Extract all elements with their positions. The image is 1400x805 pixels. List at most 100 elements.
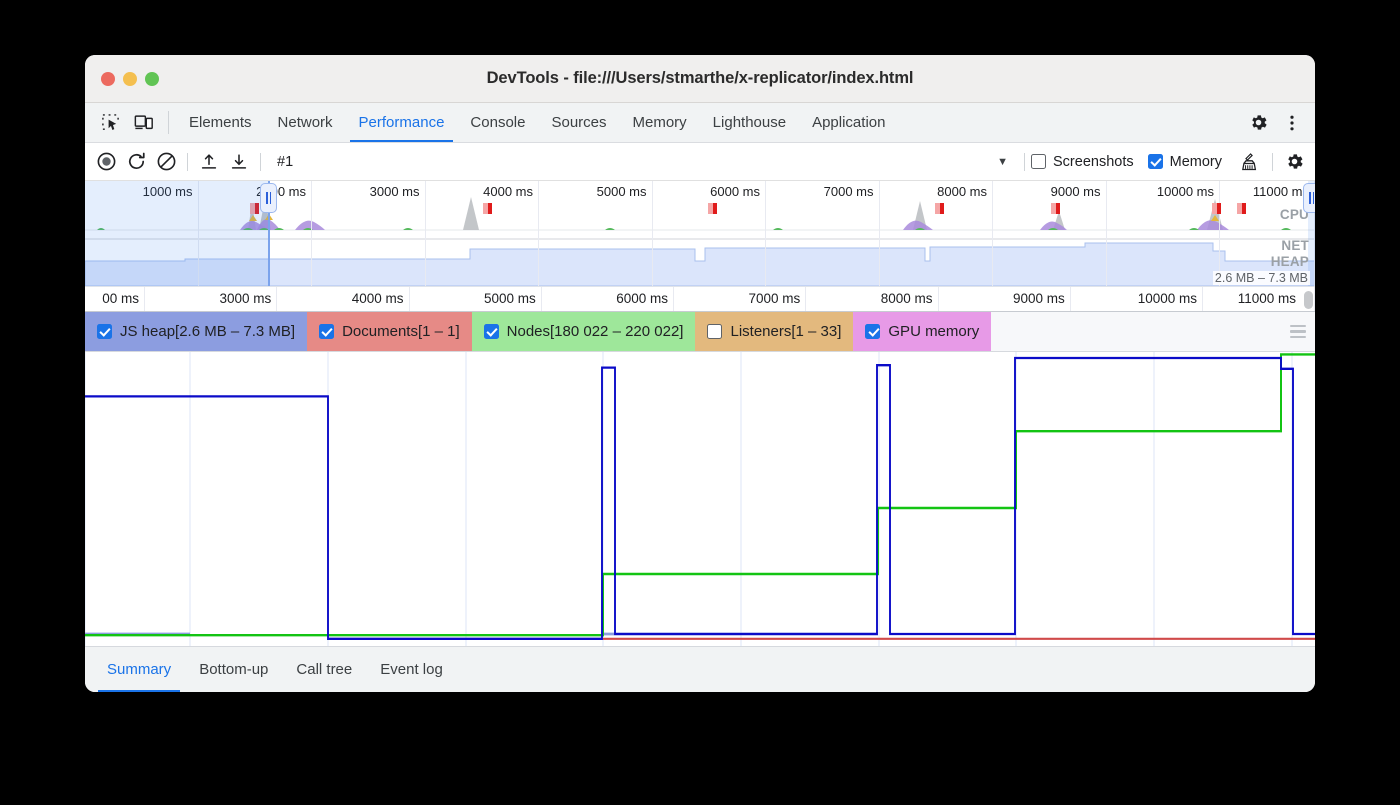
tab-bottom-up[interactable]: Bottom-up [185, 647, 282, 692]
ruler-tick-label: 00 ms [102, 291, 139, 306]
toolbar-right-actions [1266, 148, 1309, 176]
detail-timeline-ruler: 00 ms 3000 ms 4000 ms 5000 ms 6000 ms 70… [85, 286, 1315, 312]
ruler-cell: 4000 ms [277, 287, 409, 311]
tab-label: Event log [380, 661, 443, 678]
tab-call-tree[interactable]: Call tree [282, 647, 366, 692]
reload-record-icon[interactable] [121, 148, 151, 176]
memory-counters-legend: JS heap[2.6 MB – 7.3 MB] Documents[1 – 1… [85, 312, 1315, 352]
memory-checkbox[interactable]: Memory [1148, 154, 1222, 170]
tab-label: Performance [359, 114, 445, 131]
tab-label: Sources [551, 114, 606, 131]
ruler-cell: 7000 ms [674, 287, 806, 311]
tab-label: Console [470, 114, 525, 131]
collect-garbage-icon[interactable] [1236, 148, 1266, 176]
detail-view-tab-bar: Summary Bottom-up Call tree Event log [85, 646, 1315, 692]
gear-icon[interactable] [1279, 148, 1309, 176]
selection-start-handle[interactable] [260, 183, 277, 213]
ruler-tick-label: 8000 ms [881, 291, 933, 306]
memory-chart-svg [85, 352, 1315, 646]
checkbox-box [97, 324, 112, 339]
legend-chip-listeners[interactable]: Listeners[1 – 33] [695, 312, 853, 351]
ruler-tick-label: 6000 ms [616, 291, 668, 306]
ruler-cell: 11000 ms [1203, 287, 1315, 311]
ruler-cell: 3000 ms [145, 287, 277, 311]
tabstrip-actions [1226, 103, 1315, 142]
tab-label: Network [278, 114, 333, 131]
toolbar-divider-2 [260, 153, 261, 171]
ruler-tick-label: 9000 ms [1013, 291, 1065, 306]
series-js-heap [85, 358, 1315, 639]
tab-label: Summary [107, 661, 171, 678]
memory-counters-chart[interactable] [85, 352, 1315, 646]
performance-toolbar: #1 ▼ Screenshots Memory [85, 143, 1315, 181]
tab-label: Application [812, 114, 885, 131]
tabstrip-divider [168, 111, 169, 134]
checkbox-box [707, 324, 722, 339]
save-profile-icon[interactable] [224, 148, 254, 176]
toolbar-divider-1 [187, 153, 188, 171]
tab-label: Memory [633, 114, 687, 131]
checkbox-box [1031, 154, 1046, 169]
tab-performance[interactable]: Performance [346, 103, 458, 142]
ruler-cell: 6000 ms [542, 287, 674, 311]
toolbar-divider-3 [1024, 153, 1025, 171]
memory-label: Memory [1170, 154, 1222, 170]
legend-chip-label: Listeners[1 – 33] [730, 323, 841, 340]
timeline-scroll-thumb[interactable] [1304, 291, 1313, 309]
chevron-down-icon: ▼ [997, 156, 1018, 168]
tab-elements[interactable]: Elements [176, 103, 265, 142]
ruler-tick-label: 5000 ms [484, 291, 536, 306]
tab-label: Elements [189, 114, 252, 131]
more-vertical-icon[interactable] [1275, 114, 1309, 132]
tab-sources[interactable]: Sources [538, 103, 619, 142]
checkbox-box [484, 324, 499, 339]
ruler-cell: 10000 ms [1071, 287, 1203, 311]
tab-memory[interactable]: Memory [620, 103, 700, 142]
legend-chip-gpu-memory[interactable]: GPU memory [853, 312, 991, 351]
ruler-tick-label: 4000 ms [352, 291, 404, 306]
devtools-window: DevTools - file:///Users/stmarthe/x-repl… [85, 55, 1315, 692]
session-dropdown[interactable]: #1 ▼ [267, 154, 1018, 170]
checkbox-box [865, 324, 880, 339]
ruler-cell: 5000 ms [410, 287, 542, 311]
tab-network[interactable]: Network [265, 103, 346, 142]
device-toolbar-icon[interactable] [127, 103, 161, 142]
legend-spacer [991, 312, 1281, 351]
ruler-tick-label: 10000 ms [1138, 291, 1197, 306]
gear-icon[interactable] [1241, 112, 1275, 133]
ruler-cell: 9000 ms [939, 287, 1071, 311]
checkbox-box [1148, 154, 1163, 169]
legend-chip-nodes[interactable]: Nodes[180 022 – 220 022] [472, 312, 696, 351]
tab-event-log[interactable]: Event log [366, 647, 457, 692]
devtools-tab-strip: Elements Network Performance Console Sou… [85, 103, 1315, 143]
timeline-overview[interactable]: 1000 ms 2000 ms 3000 ms 4000 ms 5000 ms … [85, 181, 1315, 286]
legend-chip-label: Documents[1 – 1] [342, 323, 460, 340]
legend-chip-label: GPU memory [888, 323, 979, 340]
load-profile-icon[interactable] [194, 148, 224, 176]
record-icon[interactable] [91, 148, 121, 176]
legend-chip-label: Nodes[180 022 – 220 022] [507, 323, 684, 340]
heap-track-label: HEAP [1271, 254, 1309, 269]
checkbox-box [319, 324, 334, 339]
ruler-tick-label: 7000 ms [748, 291, 800, 306]
ruler-tick-label: 3000 ms [219, 291, 271, 306]
heap-range-label: 2.6 MB – 7.3 MB [1213, 271, 1310, 285]
screenshots-checkbox[interactable]: Screenshots [1031, 154, 1134, 170]
window-title: DevTools - file:///Users/stmarthe/x-repl… [85, 69, 1315, 88]
session-label: #1 [277, 154, 293, 170]
clear-icon[interactable] [151, 148, 181, 176]
ruler-cell: 00 ms [85, 287, 145, 311]
tab-summary[interactable]: Summary [93, 647, 185, 692]
selection-end-handle[interactable] [1303, 183, 1315, 213]
legend-chip-js-heap[interactable]: JS heap[2.6 MB – 7.3 MB] [85, 312, 307, 351]
inspect-element-icon[interactable] [93, 103, 127, 142]
ruler-tick-label: 11000 ms [1238, 291, 1296, 306]
hamburger-menu-icon[interactable] [1281, 312, 1315, 351]
tab-console[interactable]: Console [457, 103, 538, 142]
window-title-bar: DevTools - file:///Users/stmarthe/x-repl… [85, 55, 1315, 103]
tab-label: Call tree [296, 661, 352, 678]
legend-chip-documents[interactable]: Documents[1 – 1] [307, 312, 472, 351]
tab-application[interactable]: Application [799, 103, 898, 142]
legend-chip-label: JS heap[2.6 MB – 7.3 MB] [120, 323, 295, 340]
tab-lighthouse[interactable]: Lighthouse [700, 103, 799, 142]
